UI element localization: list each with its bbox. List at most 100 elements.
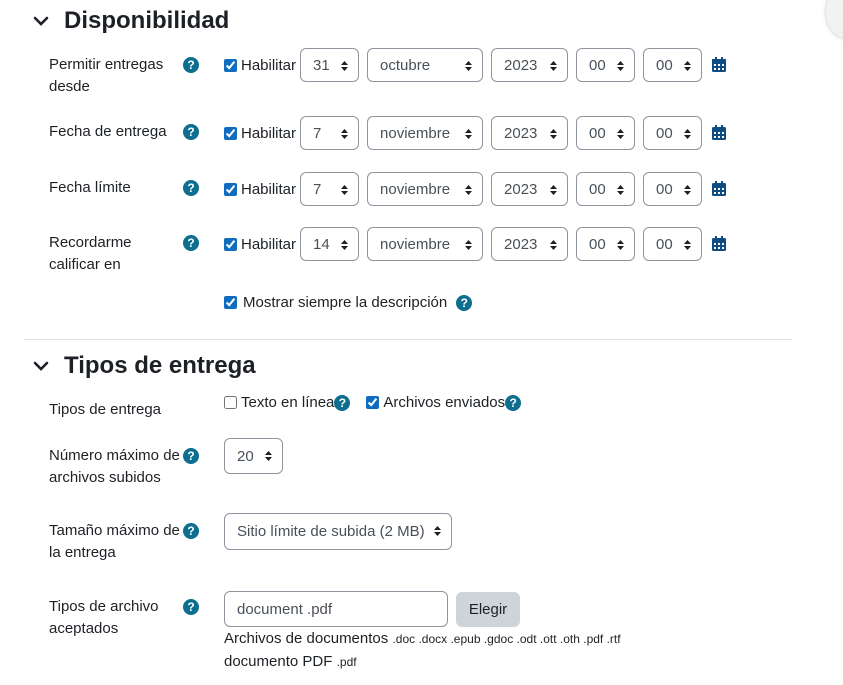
drawer-toggle-button[interactable]: [826, 0, 843, 38]
help-icon[interactable]: ?: [183, 180, 199, 196]
max-size-select[interactable]: Sitio límite de subida (2 MB): [224, 513, 452, 550]
select-arrows-icon: [684, 185, 692, 195]
file-submissions-label: Archivos enviados: [383, 394, 506, 411]
always-show-description-label: Mostrar siempre la descripción: [243, 294, 448, 311]
select-arrows-icon: [550, 129, 558, 139]
enable-label: Habilitar: [241, 124, 297, 142]
day-select[interactable]: 31: [300, 48, 360, 82]
select-arrows-icon: [434, 526, 441, 536]
enable-label: Habilitar: [241, 56, 297, 74]
online-text-label: Texto en línea: [241, 394, 335, 411]
section-header-availability[interactable]: Disponibilidad: [32, 7, 229, 35]
section-title: Disponibilidad: [64, 7, 230, 34]
hour-select[interactable]: 00: [576, 116, 636, 150]
chevron-down-icon: [33, 16, 49, 26]
label-due-date: Fecha de entrega: [49, 123, 167, 140]
day-select[interactable]: 7: [300, 172, 360, 206]
filetype-group-name: documento PDF: [224, 653, 333, 670]
minute-select[interactable]: 00: [643, 48, 703, 82]
select-arrows-icon: [617, 61, 625, 71]
select-arrows-icon: [265, 451, 272, 461]
chevron-down-icon: [33, 361, 49, 371]
calendar-icon[interactable]: [711, 181, 727, 197]
select-arrows-icon: [341, 61, 349, 71]
label-allow-submissions-from: Permitir entregas desde: [49, 56, 164, 95]
help-icon[interactable]: ?: [183, 448, 199, 464]
section-divider: [24, 339, 792, 340]
month-select[interactable]: noviembre: [367, 116, 484, 150]
select-arrows-icon: [550, 61, 558, 71]
accepted-filetypes-input[interactable]: [224, 591, 448, 627]
enable-label: Habilitar: [241, 235, 297, 253]
help-icon[interactable]: ?: [183, 124, 199, 140]
select-arrows-icon: [341, 185, 349, 195]
day-select[interactable]: 14: [300, 227, 360, 261]
select-arrows-icon: [550, 185, 558, 195]
help-icon[interactable]: ?: [183, 235, 199, 251]
enable-checkbox[interactable]: [224, 126, 237, 140]
enable-checkbox[interactable]: [224, 237, 237, 251]
select-arrows-icon: [465, 240, 473, 250]
section-header-submission-types[interactable]: Tipos de entrega: [32, 352, 256, 380]
filetype-group-extensions: .doc .docx .epub .gdoc .odt .ott .oth .p…: [392, 632, 621, 646]
help-icon[interactable]: ?: [183, 599, 199, 615]
select-arrows-icon: [465, 61, 473, 71]
section-title: Tipos de entrega: [64, 352, 256, 379]
calendar-icon[interactable]: [711, 125, 727, 141]
help-icon[interactable]: ?: [334, 394, 351, 411]
label-max-files: Número máximo de archivos subidos: [49, 447, 180, 486]
label-submission-types: Tipos de entrega: [49, 401, 162, 418]
select-arrows-icon: [617, 240, 625, 250]
enable-checkbox[interactable]: [224, 182, 237, 196]
help-icon[interactable]: ?: [183, 523, 199, 539]
label-remind-grade: Recordarme calificar en: [49, 234, 132, 273]
online-text-checkbox[interactable]: [224, 396, 237, 409]
filetype-group-pdf: documento PDF .pdf: [224, 653, 357, 670]
help-icon[interactable]: ?: [505, 394, 522, 411]
calendar-icon[interactable]: [711, 57, 727, 73]
submission-types-row: Texto en línea ? Archivos enviados ?: [224, 394, 522, 411]
help-icon[interactable]: ?: [456, 294, 473, 311]
hour-select[interactable]: 00: [576, 172, 636, 206]
date-row-due-date: Habilitar 7 noviembre 2023 00 00: [224, 116, 727, 150]
select-arrows-icon: [341, 240, 349, 250]
date-row-allow-from: Habilitar 31 octubre 2023 00 00: [224, 48, 727, 82]
select-arrows-icon: [550, 240, 558, 250]
help-icon[interactable]: ?: [183, 57, 199, 73]
select-arrows-icon: [617, 129, 625, 139]
select-arrows-icon: [617, 185, 625, 195]
enable-label: Habilitar: [241, 180, 297, 198]
always-show-description-row: Mostrar siempre la descripción ?: [224, 294, 473, 311]
hour-select[interactable]: 00: [576, 227, 636, 261]
label-cutoff-date: Fecha límite: [49, 179, 131, 196]
minute-select[interactable]: 00: [643, 227, 703, 261]
month-select[interactable]: noviembre: [367, 227, 484, 261]
hour-select[interactable]: 00: [576, 48, 636, 82]
year-select[interactable]: 2023: [491, 116, 569, 150]
choose-filetypes-button[interactable]: Elegir: [456, 592, 520, 627]
filetype-group-extensions: .pdf: [336, 655, 357, 669]
select-arrows-icon: [341, 129, 349, 139]
date-row-cutoff: Habilitar 7 noviembre 2023 00 00: [224, 172, 727, 206]
select-arrows-icon: [465, 129, 473, 139]
month-select[interactable]: octubre: [367, 48, 484, 82]
enable-checkbox[interactable]: [224, 58, 237, 72]
minute-select[interactable]: 00: [643, 116, 703, 150]
date-row-remind: Habilitar 14 noviembre 2023 00 00: [224, 227, 727, 261]
select-arrows-icon: [684, 61, 692, 71]
filetype-group-name: Archivos de documentos: [224, 630, 389, 647]
year-select[interactable]: 2023: [491, 227, 569, 261]
always-show-description-checkbox[interactable]: [224, 296, 237, 309]
calendar-icon[interactable]: [711, 236, 727, 252]
select-arrows-icon: [684, 240, 692, 250]
year-select[interactable]: 2023: [491, 172, 569, 206]
max-files-select[interactable]: 20: [224, 438, 283, 474]
day-select[interactable]: 7: [300, 116, 360, 150]
file-submissions-checkbox[interactable]: [366, 396, 380, 409]
month-select[interactable]: noviembre: [367, 172, 484, 206]
year-select[interactable]: 2023: [491, 48, 569, 82]
label-max-size: Tamaño máximo de la entrega: [49, 522, 180, 561]
label-accepted-filetypes: Tipos de archivo aceptados: [49, 598, 159, 637]
filetype-group-documents: Archivos de documentos .doc .docx .epub …: [224, 630, 621, 647]
minute-select[interactable]: 00: [643, 172, 703, 206]
